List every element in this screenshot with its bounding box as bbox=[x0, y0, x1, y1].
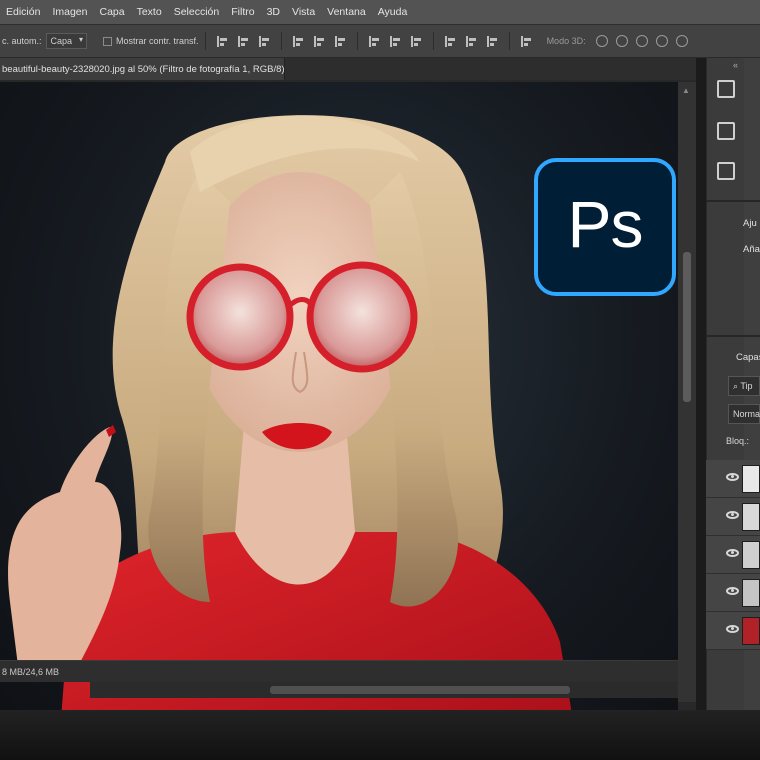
distribute-bottom-icon[interactable] bbox=[410, 35, 422, 47]
separator bbox=[508, 32, 510, 50]
adjustments-panel-title[interactable]: Aju bbox=[743, 218, 757, 229]
separator bbox=[204, 32, 206, 50]
menu-bar: Edición Imagen Capa Texto Selección Filt… bbox=[0, 0, 760, 24]
photoshop-logo-text: Ps bbox=[567, 187, 643, 261]
document-area: beautiful-beauty-2328020.jpg al 50% (Fil… bbox=[0, 58, 696, 732]
slide-3d-icon[interactable] bbox=[655, 35, 668, 47]
adjustments-add-label: Aña bbox=[743, 244, 760, 255]
auto-select-label: c. autom.: bbox=[2, 36, 42, 46]
search-icon: ⌕ bbox=[733, 381, 739, 391]
history-icon[interactable] bbox=[717, 80, 735, 98]
options-bar: c. autom.: Capa Mostrar contr. transf. M… bbox=[0, 24, 760, 58]
monitor-bezel bbox=[0, 710, 760, 760]
document-tab[interactable]: beautiful-beauty-2328020.jpg al 50% (Fil… bbox=[0, 58, 285, 80]
collapse-panels-icon[interactable]: « bbox=[733, 60, 738, 70]
transform-controls-label: Mostrar contr. transf. bbox=[116, 36, 199, 46]
photo-layer-thumbnail[interactable] bbox=[742, 617, 760, 645]
mode-3d-label: Modo 3D: bbox=[546, 36, 586, 46]
layer-kind-filter-label: Tip bbox=[740, 381, 753, 391]
menu-image[interactable]: Imagen bbox=[52, 6, 87, 18]
document-tab-title: beautiful-beauty-2328020.jpg al 50% (Fil… bbox=[2, 63, 285, 75]
adjustment-layer-thumbnail[interactable] bbox=[742, 465, 760, 493]
photoshop-logo: Ps bbox=[534, 158, 676, 296]
align-bottom-icon[interactable] bbox=[258, 35, 270, 47]
adjustment-layer-thumbnail[interactable] bbox=[742, 579, 760, 607]
vertical-scrollbar[interactable]: ▲ bbox=[678, 82, 696, 702]
transform-controls-checkbox[interactable] bbox=[103, 36, 113, 46]
distribute-hcenter-icon[interactable] bbox=[465, 35, 477, 47]
menu-edit[interactable]: Edición bbox=[6, 6, 40, 18]
status-bar: 8 MB/24,6 MB bbox=[0, 660, 678, 682]
visibility-eye-icon[interactable] bbox=[726, 511, 739, 519]
visibility-eye-icon[interactable] bbox=[726, 587, 739, 595]
auto-align-icon[interactable] bbox=[520, 35, 532, 47]
blend-mode-dropdown[interactable]: Norma bbox=[728, 404, 760, 424]
menu-help[interactable]: Ayuda bbox=[378, 6, 408, 18]
adjustment-layer-thumbnail[interactable] bbox=[742, 503, 760, 531]
orbit-3d-icon[interactable] bbox=[595, 35, 608, 47]
menu-text[interactable]: Texto bbox=[137, 6, 162, 18]
horizontal-scroll-thumb[interactable] bbox=[270, 686, 570, 694]
properties-icon[interactable] bbox=[717, 122, 735, 140]
visibility-eye-icon[interactable] bbox=[726, 625, 739, 633]
align-hcenter-icon[interactable] bbox=[313, 35, 325, 47]
separator bbox=[356, 32, 358, 50]
panel-divider bbox=[706, 335, 760, 337]
camera-3d-icon[interactable] bbox=[675, 35, 688, 47]
separator bbox=[280, 32, 282, 50]
lock-label: Bloq.: bbox=[726, 436, 750, 446]
menu-layer[interactable]: Capa bbox=[99, 6, 124, 18]
distribute-left-icon[interactable] bbox=[444, 35, 456, 47]
auto-select-dropdown[interactable]: Capa bbox=[45, 33, 88, 49]
pan-3d-icon[interactable] bbox=[635, 35, 648, 47]
distribute-vcenter-icon[interactable] bbox=[389, 35, 401, 47]
adjustment-layer-thumbnail[interactable] bbox=[742, 541, 760, 569]
visibility-eye-icon[interactable] bbox=[726, 549, 739, 557]
document-size-status: 8 MB/24,6 MB bbox=[2, 666, 60, 677]
align-left-icon[interactable] bbox=[292, 35, 304, 47]
scroll-up-icon[interactable]: ▲ bbox=[682, 86, 690, 95]
vertical-scroll-thumb[interactable] bbox=[683, 252, 691, 402]
separator bbox=[432, 32, 434, 50]
tab-strip bbox=[285, 58, 696, 80]
menu-3d[interactable]: 3D bbox=[267, 6, 280, 18]
layer-kind-filter[interactable]: ⌕ Tip bbox=[728, 376, 760, 396]
panel-divider bbox=[706, 200, 760, 202]
align-right-icon[interactable] bbox=[334, 35, 346, 47]
menu-filter[interactable]: Filtro bbox=[231, 6, 254, 18]
character-icon[interactable] bbox=[717, 162, 735, 180]
align-vcenter-icon[interactable] bbox=[237, 35, 249, 47]
layers-panel-title[interactable]: Capas bbox=[736, 352, 760, 363]
distribute-top-icon[interactable] bbox=[368, 35, 380, 47]
menu-window[interactable]: Ventana bbox=[327, 6, 366, 18]
menu-select[interactable]: Selección bbox=[174, 6, 220, 18]
menu-view[interactable]: Vista bbox=[292, 6, 315, 18]
align-top-icon[interactable] bbox=[216, 35, 228, 47]
horizontal-scrollbar[interactable] bbox=[90, 682, 678, 698]
roll-3d-icon[interactable] bbox=[615, 35, 628, 47]
distribute-right-icon[interactable] bbox=[486, 35, 498, 47]
visibility-eye-icon[interactable] bbox=[726, 473, 739, 481]
